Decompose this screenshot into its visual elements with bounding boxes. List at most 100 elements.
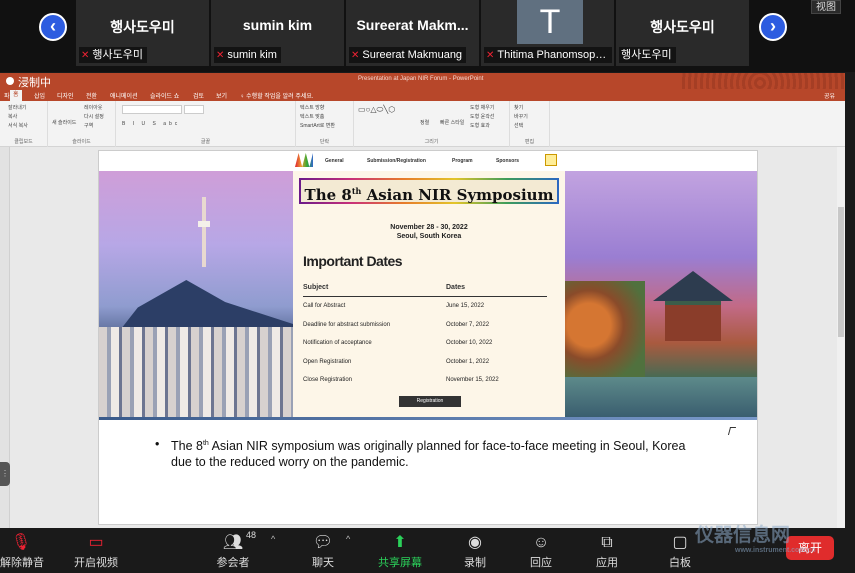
side-panel-handle[interactable]: ⋮ — [0, 462, 10, 486]
photo-tower-top — [198, 221, 210, 227]
group-label: 글꼴 — [200, 139, 211, 145]
unmute-button[interactable]: 🎙︎ 解除静音 — [0, 528, 44, 573]
tab-animations[interactable]: 애니메이션 — [110, 91, 138, 100]
select-button[interactable]: 선택 — [514, 122, 523, 129]
quick-styles-button[interactable]: 빠른 스타일 — [440, 119, 464, 126]
cut-button[interactable]: 잘라내기 — [8, 104, 26, 111]
participant-tile[interactable]: Sureerat Makm... ✕ Sureerat Makmuang — [346, 0, 479, 66]
font-family-select[interactable] — [122, 105, 182, 114]
app-title: 浸制中 — [18, 77, 51, 89]
participant-tile[interactable]: T ✕ Thitima Phanomsoph... — [481, 0, 614, 66]
share-button[interactable]: 공유 — [824, 91, 835, 100]
group-label: 그리기 — [424, 139, 439, 145]
participant-tile[interactable]: 행사도우미 ✕ 행사도우미 — [76, 0, 209, 66]
previous-page-button[interactable]: ‹ — [39, 13, 67, 41]
registration-button: Registration — [399, 396, 461, 407]
nav-program: Program — [452, 158, 473, 164]
slide-canvas[interactable]: General Submission/Registration Program … — [98, 150, 758, 525]
important-dates-table: Subject Dates Call for Abstract June 15, … — [303, 283, 547, 390]
arrange-button[interactable]: 정렬 — [420, 119, 429, 126]
reactions-button[interactable]: ☺ 回应 — [524, 528, 558, 573]
mic-muted-icon: ✕ — [216, 50, 225, 61]
participant-label-text: 행사도우미 — [621, 49, 672, 61]
photo-pond — [565, 377, 757, 417]
start-video-label: 开启视频 — [74, 557, 118, 569]
title-part: Asian NIR Symposium — [361, 186, 554, 204]
font-size-select[interactable] — [184, 105, 204, 114]
tab-transitions[interactable]: 전환 — [86, 91, 97, 100]
apps-button[interactable]: ⧉ 应用 — [590, 528, 624, 573]
new-slide-button[interactable]: 새 슬라이드 — [52, 119, 76, 126]
tab-design[interactable]: 디자인 — [57, 91, 74, 100]
participant-tile[interactable]: sumin kim ✕ sumin kim — [211, 0, 344, 66]
share-screen-button[interactable]: ⬆ 共享屏幕 — [374, 528, 426, 573]
tab-home[interactable]: 홈 — [10, 90, 22, 101]
table-row: Open Registration October 1, 2022 — [303, 353, 547, 372]
record-button[interactable]: ◉ 录制 — [458, 528, 492, 573]
shared-screen-powerpoint: 浸制中 Presentation at Japan NIR Forum - Po… — [0, 73, 845, 528]
ribbon-group-font: B I U S abc 글꼴 — [116, 101, 296, 147]
mic-muted-icon: 🎙︎ — [10, 534, 32, 551]
vertical-scrollbar[interactable] — [837, 147, 845, 528]
participants-button[interactable]: 👥︎ 参会者 48 — [210, 528, 257, 573]
event-location: Seoul, South Korea — [396, 233, 462, 240]
slide-divider — [99, 417, 757, 420]
bullet-part: Asian NIR symposium was originally plann… — [171, 439, 686, 470]
chat-caret-icon[interactable]: ^ — [346, 534, 350, 544]
view-button[interactable]: 视图 — [811, 0, 841, 14]
participant-label-text: Sureerat Makmuang — [362, 49, 463, 61]
shape-outline-button[interactable]: 도형 윤곽선 — [470, 113, 494, 120]
chat-label: 聊天 — [312, 557, 334, 569]
avatar: T — [517, 0, 583, 44]
ribbon: 잘라내기 복사 서식 복사 클립보드 새 슬라이드 레이아웃 다시 설정 구역 … — [0, 101, 845, 147]
table-row: Deadline for abstract submission October … — [303, 316, 547, 335]
recording-indicator-icon — [6, 77, 14, 85]
tab-insert[interactable]: 삽입 — [34, 91, 45, 100]
chat-button[interactable]: 💬︎ 聊天 — [306, 528, 340, 573]
table-header: Subject Dates — [303, 283, 547, 297]
shape-fill-button[interactable]: 도형 채우기 — [470, 104, 494, 111]
shapes-gallery[interactable]: ▭○△⬭╲⬡ — [358, 105, 395, 115]
slide-bullet-text[interactable]: • The 8th Asian NIR symposium was origina… — [155, 436, 695, 470]
whiteboard-button[interactable]: ▢ 白板 — [663, 528, 697, 573]
layout-button[interactable]: 레이아웃 — [84, 104, 102, 111]
participants-count: 48 — [246, 530, 257, 540]
tab-review[interactable]: 검토 — [193, 91, 204, 100]
convert-smartart-button[interactable]: SmartArt로 변환 — [300, 122, 335, 129]
participant-name: 행사도우미 — [650, 19, 715, 35]
align-text-button[interactable]: 텍스트 맞춤 — [300, 113, 324, 120]
text-direction-button[interactable]: 텍스트 방향 — [300, 104, 324, 111]
reset-button[interactable]: 다시 설정 — [84, 113, 104, 120]
ribbon-tabs: 파일 홈 삽입 디자인 전환 애니메이션 슬라이드 쇼 검토 보기 ♀ 수행할 … — [0, 89, 845, 101]
copy-button[interactable]: 복사 — [8, 113, 17, 120]
participants-caret-icon[interactable]: ^ — [271, 534, 275, 544]
share-screen-icon: ⬆ — [393, 534, 407, 551]
nav-submission: Submission/Registration — [367, 158, 426, 164]
mic-muted-icon: ✕ — [351, 50, 360, 61]
format-painter-button[interactable]: 서식 복사 — [8, 122, 28, 129]
next-page-button[interactable]: › — [759, 13, 787, 41]
title-part: The 8 — [304, 186, 352, 204]
start-video-button[interactable]: ▭ 开启视频 — [70, 528, 122, 573]
find-button[interactable]: 찾기 — [514, 104, 523, 111]
record-icon: ◉ — [468, 534, 482, 551]
scrollbar-thumb[interactable] — [838, 207, 844, 337]
seoul-tower-photo — [99, 171, 293, 417]
participant-label: ✕ Sureerat Makmuang — [349, 47, 467, 63]
reactions-label: 回应 — [530, 557, 552, 569]
font-format-buttons[interactable]: B I U S abc — [122, 121, 180, 127]
tab-view[interactable]: 보기 — [216, 91, 227, 100]
photo-tower — [202, 197, 206, 267]
record-label: 录制 — [464, 557, 486, 569]
participant-tile[interactable]: 행사도우미 행사도우미 — [616, 0, 749, 66]
section-button[interactable]: 구역 — [84, 122, 93, 129]
tab-slideshow[interactable]: 슬라이드 쇼 — [150, 91, 179, 100]
row-date: November 15, 2022 — [446, 377, 499, 383]
row-subject: Notification of acceptance — [303, 340, 372, 346]
replace-button[interactable]: 바꾸기 — [514, 113, 528, 120]
group-label: 단락 — [319, 139, 330, 145]
tell-me-search[interactable]: ♀ 수행할 작업을 알려 주세요. — [240, 91, 314, 100]
chevron-right-icon: › — [770, 16, 776, 36]
shape-effects-button[interactable]: 도형 효과 — [470, 122, 490, 129]
header-dates: Dates — [446, 284, 466, 291]
